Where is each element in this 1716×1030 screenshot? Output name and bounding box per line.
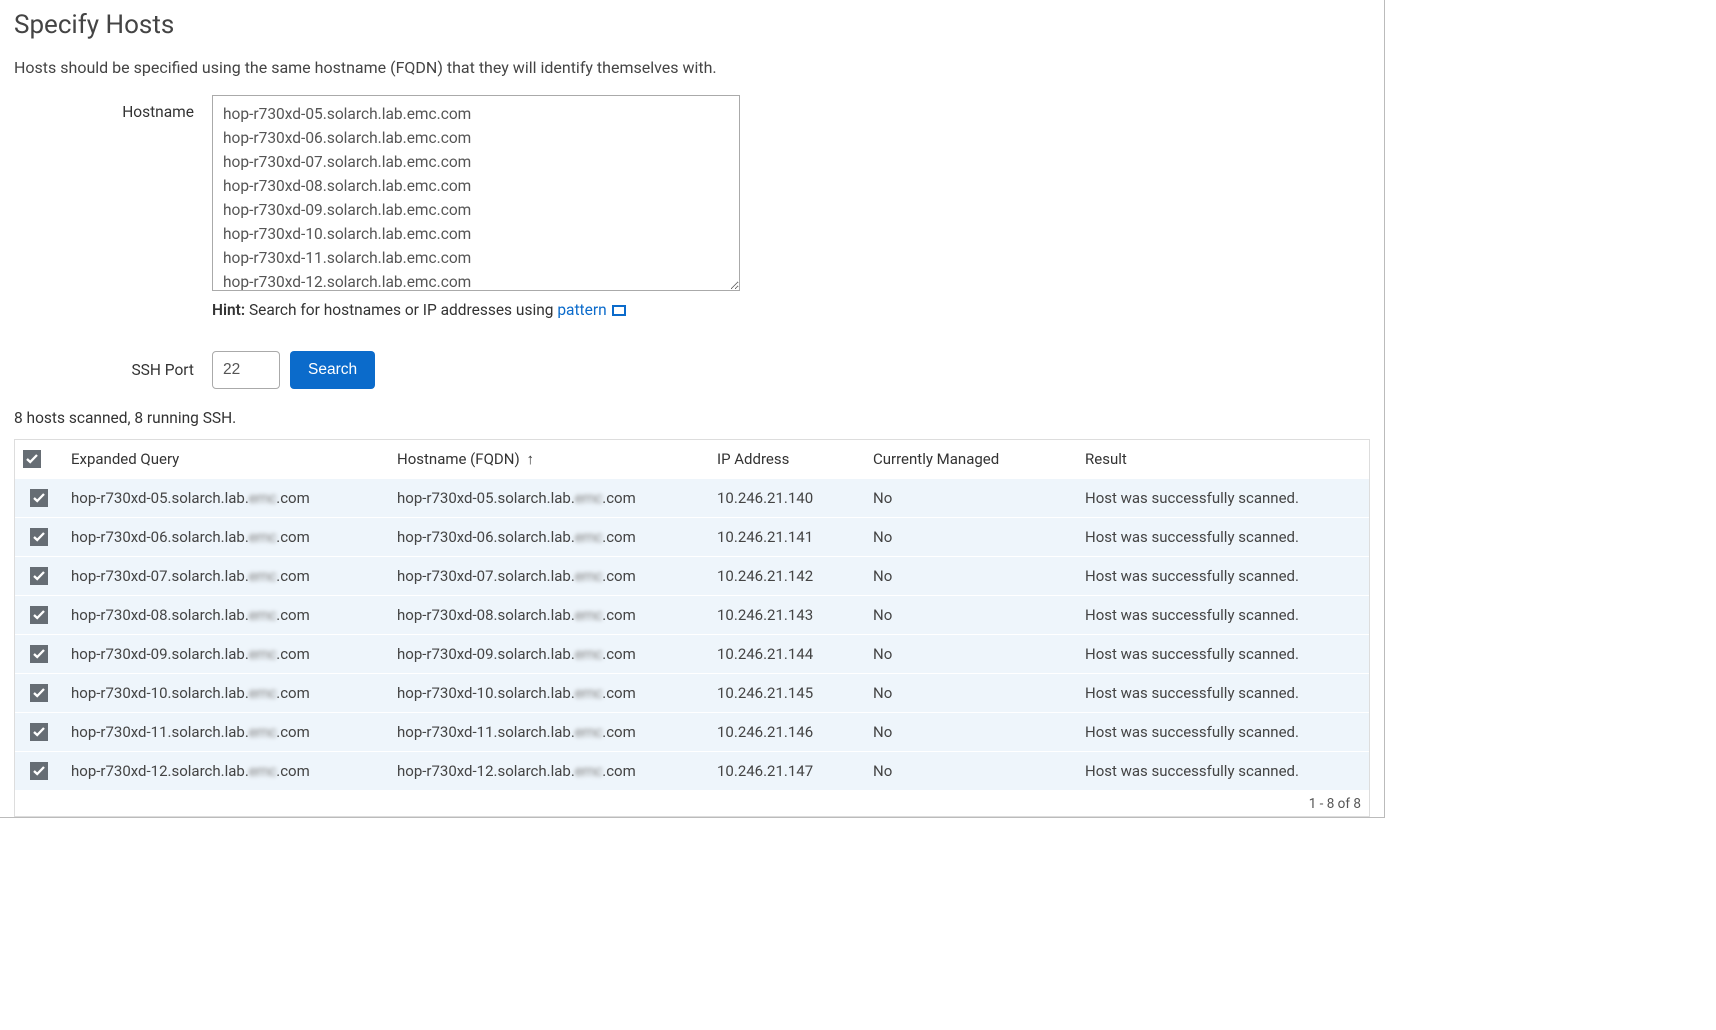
cell-expanded-query: hop-r730xd-05.solarch.lab.emc.com [63, 479, 389, 518]
row-checkbox[interactable] [30, 606, 48, 624]
cell-ip-address: 10.246.21.146 [709, 713, 865, 752]
hostname-hint: Hint: Search for hostnames or IP address… [212, 301, 740, 319]
col-result[interactable]: Result [1077, 440, 1369, 479]
cell-hostname-fqdn: hop-r730xd-06.solarch.lab.emc.com [389, 518, 709, 557]
cell-hostname-fqdn: hop-r730xd-11.solarch.lab.emc.com [389, 713, 709, 752]
cell-currently-managed: No [865, 752, 1077, 791]
cell-hostname-fqdn: hop-r730xd-05.solarch.lab.emc.com [389, 479, 709, 518]
search-button[interactable]: Search [290, 351, 375, 389]
hostname-textarea[interactable] [212, 95, 740, 291]
cell-hostname-fqdn: hop-r730xd-08.solarch.lab.emc.com [389, 596, 709, 635]
cell-ip-address: 10.246.21.142 [709, 557, 865, 596]
ssh-port-label: SSH Port [14, 361, 212, 379]
results-panel: Expanded Query Hostname (FQDN) ↑ IP Addr… [14, 439, 1370, 817]
table-row[interactable]: hop-r730xd-10.solarch.lab.emc.comhop-r73… [15, 674, 1369, 713]
row-checkbox[interactable] [30, 528, 48, 546]
cell-currently-managed: No [865, 635, 1077, 674]
table-row[interactable]: hop-r730xd-06.solarch.lab.emc.comhop-r73… [15, 518, 1369, 557]
ssh-port-input[interactable] [212, 351, 280, 389]
cell-ip-address: 10.246.21.147 [709, 752, 865, 791]
cell-currently-managed: No [865, 557, 1077, 596]
cell-currently-managed: No [865, 479, 1077, 518]
col-currently-managed[interactable]: Currently Managed [865, 440, 1077, 479]
hint-text: Search for hostnames or IP addresses usi… [245, 301, 557, 319]
table-row[interactable]: hop-r730xd-11.solarch.lab.emc.comhop-r73… [15, 713, 1369, 752]
row-checkbox[interactable] [30, 489, 48, 507]
hostname-label: Hostname [14, 95, 212, 121]
pattern-link[interactable]: pattern [557, 301, 606, 319]
sort-asc-icon: ↑ [526, 450, 534, 468]
ssh-port-row: SSH Port Search [14, 351, 1370, 389]
cell-ip-address: 10.246.21.140 [709, 479, 865, 518]
cell-result: Host was successfully scanned. [1077, 752, 1369, 791]
table-row[interactable]: hop-r730xd-12.solarch.lab.emc.comhop-r73… [15, 752, 1369, 791]
row-checkbox[interactable] [30, 684, 48, 702]
pager-text: 1 - 8 of 8 [15, 790, 1369, 816]
cell-result: Host was successfully scanned. [1077, 596, 1369, 635]
cell-ip-address: 10.246.21.143 [709, 596, 865, 635]
hint-label: Hint: [212, 301, 245, 319]
table-row[interactable]: hop-r730xd-09.solarch.lab.emc.comhop-r73… [15, 635, 1369, 674]
cell-expanded-query: hop-r730xd-11.solarch.lab.emc.com [63, 713, 389, 752]
cell-currently-managed: No [865, 674, 1077, 713]
cell-hostname-fqdn: hop-r730xd-09.solarch.lab.emc.com [389, 635, 709, 674]
cell-result: Host was successfully scanned. [1077, 479, 1369, 518]
table-row[interactable]: hop-r730xd-05.solarch.lab.emc.comhop-r73… [15, 479, 1369, 518]
select-all-checkbox[interactable] [23, 450, 41, 468]
row-checkbox[interactable] [30, 645, 48, 663]
cell-expanded-query: hop-r730xd-12.solarch.lab.emc.com [63, 752, 389, 791]
col-ip-address[interactable]: IP Address [709, 440, 865, 479]
col-hostname-fqdn-label: Hostname (FQDN) [397, 450, 520, 468]
cell-ip-address: 10.246.21.144 [709, 635, 865, 674]
cell-currently-managed: No [865, 596, 1077, 635]
page-description: Hosts should be specified using the same… [14, 58, 1370, 77]
cell-hostname-fqdn: hop-r730xd-10.solarch.lab.emc.com [389, 674, 709, 713]
page-title: Specify Hosts [14, 10, 1370, 40]
row-checkbox[interactable] [30, 567, 48, 585]
cell-expanded-query: hop-r730xd-09.solarch.lab.emc.com [63, 635, 389, 674]
cell-expanded-query: hop-r730xd-08.solarch.lab.emc.com [63, 596, 389, 635]
cell-result: Host was successfully scanned. [1077, 713, 1369, 752]
table-row[interactable]: hop-r730xd-08.solarch.lab.emc.comhop-r73… [15, 596, 1369, 635]
table-header-row: Expanded Query Hostname (FQDN) ↑ IP Addr… [15, 440, 1369, 479]
cell-expanded-query: hop-r730xd-10.solarch.lab.emc.com [63, 674, 389, 713]
cell-ip-address: 10.246.21.145 [709, 674, 865, 713]
results-table: Expanded Query Hostname (FQDN) ↑ IP Addr… [15, 440, 1369, 790]
cell-expanded-query: hop-r730xd-06.solarch.lab.emc.com [63, 518, 389, 557]
cell-expanded-query: hop-r730xd-07.solarch.lab.emc.com [63, 557, 389, 596]
cell-currently-managed: No [865, 518, 1077, 557]
cell-hostname-fqdn: hop-r730xd-12.solarch.lab.emc.com [389, 752, 709, 791]
cell-ip-address: 10.246.21.141 [709, 518, 865, 557]
cell-result: Host was successfully scanned. [1077, 635, 1369, 674]
scan-status: 8 hosts scanned, 8 running SSH. [14, 409, 1370, 427]
col-hostname-fqdn[interactable]: Hostname (FQDN) ↑ [389, 440, 709, 479]
cell-result: Host was successfully scanned. [1077, 557, 1369, 596]
cell-result: Host was successfully scanned. [1077, 674, 1369, 713]
cell-hostname-fqdn: hop-r730xd-07.solarch.lab.emc.com [389, 557, 709, 596]
hostname-row: Hostname Hint: Search for hostnames or I… [14, 95, 1370, 319]
row-checkbox[interactable] [30, 723, 48, 741]
cell-currently-managed: No [865, 713, 1077, 752]
col-expanded-query[interactable]: Expanded Query [63, 440, 389, 479]
cell-result: Host was successfully scanned. [1077, 518, 1369, 557]
row-checkbox[interactable] [30, 762, 48, 780]
table-row[interactable]: hop-r730xd-07.solarch.lab.emc.comhop-r73… [15, 557, 1369, 596]
popout-icon[interactable] [612, 305, 626, 316]
